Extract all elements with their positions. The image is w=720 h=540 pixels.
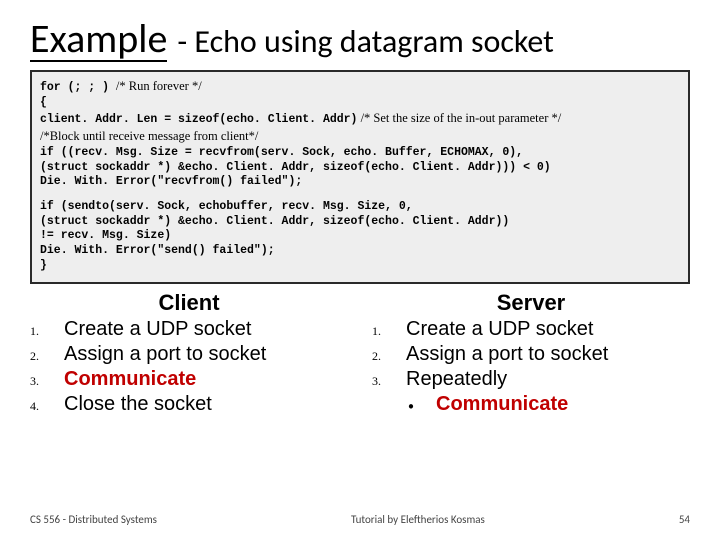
- code-line: }: [40, 259, 680, 274]
- code-line: if ((recv. Msg. Size = recvfrom(serv. So…: [40, 146, 680, 161]
- item-text: Repeatedly: [406, 368, 507, 391]
- footer-center: Tutorial by Eleftherios Kosmas: [351, 513, 485, 526]
- code-line: {: [40, 96, 680, 111]
- columns: Client 1. Create a UDP socket 2. Assign a …: [30, 290, 690, 418]
- footer-left: CS 556 - Distributed Systems: [30, 513, 157, 526]
- list-number: 2.: [372, 349, 386, 364]
- item-text: Communicate: [64, 368, 196, 391]
- code-comment: /* Run forever */: [116, 79, 202, 93]
- title-underlined: Example: [30, 18, 167, 62]
- code-line: Die. With. Error("recvfrom() failed");: [40, 175, 680, 190]
- item-text: Create a UDP socket: [64, 318, 252, 341]
- list-number: 4.: [30, 399, 44, 414]
- code-line: (struct sockaddr *) &echo. Client. Addr,…: [40, 215, 680, 230]
- code-comment: /*Block until receive message from clien…: [40, 129, 258, 143]
- bullet-icon: •: [408, 400, 418, 414]
- list-item: 2. Assign a port to socket: [372, 343, 690, 366]
- code-line: Die. With. Error("send() failed");: [40, 244, 680, 259]
- footer-page-number: 54: [679, 513, 690, 526]
- list-item: 4. Close the socket: [30, 393, 348, 416]
- server-column: Server 1. Create a UDP socket 2. Assign a …: [372, 290, 690, 418]
- slide-title: Example - Echo using datagram socket: [30, 18, 690, 62]
- code-line: if (sendto(serv. Sock, echobuffer, recv.…: [40, 200, 680, 215]
- server-heading: Server: [372, 290, 690, 316]
- slide-footer: CS 556 - Distributed Systems Tutorial by…: [30, 513, 690, 526]
- code-line: != recv. Msg. Size): [40, 229, 680, 244]
- item-text: Assign a port to socket: [64, 343, 266, 366]
- title-rest: - Echo using datagram socket: [177, 25, 554, 59]
- item-text: Create a UDP socket: [406, 318, 594, 341]
- code-line: for (; ; ): [40, 81, 116, 94]
- list-item: 3. Repeatedly: [372, 368, 690, 391]
- client-heading: Client: [30, 290, 348, 316]
- list-item: 3. Communicate: [30, 368, 348, 391]
- list-item: 1. Create a UDP socket: [30, 318, 348, 341]
- code-comment: /* Set the size of the in-out parameter …: [357, 111, 561, 125]
- list-item: 2. Assign a port to socket: [30, 343, 348, 366]
- code-block: for (; ; ) /* Run forever */ { client. A…: [30, 70, 690, 284]
- sub-item-text: Communicate: [436, 393, 568, 416]
- list-number: 3.: [30, 374, 44, 389]
- item-text: Assign a port to socket: [406, 343, 608, 366]
- list-number: 3.: [372, 374, 386, 389]
- list-number: 1.: [30, 324, 44, 339]
- client-column: Client 1. Create a UDP socket 2. Assign a …: [30, 290, 348, 418]
- list-number: 2.: [30, 349, 44, 364]
- code-line: (struct sockaddr *) &echo. Client. Addr,…: [40, 161, 680, 176]
- list-item: 1. Create a UDP socket: [372, 318, 690, 341]
- list-number: 1.: [372, 324, 386, 339]
- sub-item: • Communicate: [408, 393, 690, 416]
- code-line: client. Addr. Len = sizeof(echo. Client.…: [40, 113, 357, 126]
- item-text: Close the socket: [64, 393, 212, 416]
